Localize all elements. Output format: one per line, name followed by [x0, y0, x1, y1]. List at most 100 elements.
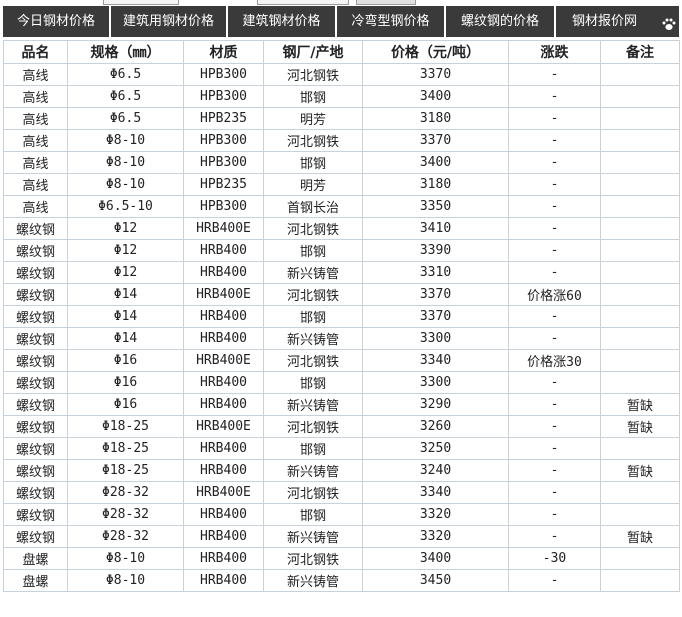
- cell-note: [600, 63, 680, 86]
- cell-material: HRB400E: [183, 415, 264, 438]
- cell-spec: Φ16: [67, 371, 184, 394]
- cell-note: [600, 195, 680, 218]
- table-row: 盘螺 Φ8-10 HRB400 河北钢铁 3400 -30: [3, 547, 680, 570]
- cell-price: 3290: [362, 393, 509, 416]
- cell-spec: Φ8-10: [67, 151, 184, 174]
- top-input-right[interactable]: [257, 0, 349, 5]
- cell-note: [600, 371, 680, 394]
- cell-material: HPB300: [183, 63, 264, 86]
- cell-origin: 新兴铸管: [263, 393, 363, 416]
- tab-steel-quote-site[interactable]: 钢材报价网: [556, 6, 679, 37]
- cell-note: [600, 305, 680, 328]
- cell-price: 3300: [362, 327, 509, 350]
- cell-origin[interactable]: 河北钢铁: [263, 129, 363, 152]
- cell-origin: 河北钢铁: [263, 481, 363, 504]
- cell-change: -: [508, 261, 601, 284]
- table-row: 高线 Φ8-10 HPB300 河北钢铁 3370-: [3, 129, 680, 152]
- table-row: 螺纹钢 Φ12 HRB400E 河北钢铁 3410-: [3, 217, 680, 240]
- table-row: 高线 Φ6.5 HPB235 明芳 3180-: [3, 107, 680, 130]
- tab-today-steel-price[interactable]: 今日钢材价格: [3, 6, 111, 37]
- cell-price: 3370: [362, 283, 509, 306]
- cell-origin: 河北钢铁: [263, 547, 363, 570]
- header-material: 材质: [183, 40, 264, 64]
- cell-spec: Φ6.5: [67, 107, 184, 130]
- cell-note: [600, 151, 680, 174]
- tab-construction-steel-price[interactable]: 建筑用钢材价格: [111, 6, 228, 37]
- cell-spec: Φ14: [67, 305, 184, 328]
- cell-product: 高线: [3, 195, 68, 218]
- cell-origin[interactable]: 新兴铸管: [263, 261, 363, 284]
- cell-spec: Φ16: [67, 349, 184, 372]
- tab-rebar-price[interactable]: 螺纹钢的价格: [446, 6, 556, 37]
- table-row: 高线 Φ6.5 HPB300 邯钢 3400-: [3, 85, 680, 108]
- top-input-left[interactable]: [103, 0, 179, 5]
- cell-change: -: [508, 305, 601, 328]
- cell-price: 3310: [362, 261, 509, 284]
- cell-spec: Φ8-10: [67, 173, 184, 196]
- cell-origin: 邯钢: [263, 239, 363, 262]
- cell-product: 高线: [3, 107, 68, 130]
- cell-origin: 新兴铸管: [263, 525, 363, 548]
- cell-origin: 邯钢: [263, 305, 363, 328]
- cell-product: 螺纹钢: [3, 459, 68, 482]
- cell-material: HRB400: [183, 525, 264, 548]
- cell-product: 高线: [3, 85, 68, 108]
- cell-change: -: [508, 239, 601, 262]
- cell-note: [600, 261, 680, 284]
- cell-product: 螺纹钢: [3, 371, 68, 394]
- cell-product: 高线: [3, 173, 68, 196]
- cell-note: [600, 349, 680, 372]
- cell-change: -: [508, 415, 601, 438]
- cell-origin[interactable]: 首钢长治: [263, 195, 363, 218]
- cell-note: [600, 481, 680, 504]
- tab-bar: 今日钢材价格 建筑用钢材价格 建筑钢材价格 冷弯型钢价格 螺纹钢的价格 钢材报价…: [3, 6, 679, 37]
- header-change: 涨跌: [508, 40, 601, 64]
- cell-material: HRB400: [183, 503, 264, 526]
- cell-spec: Φ18-25: [67, 415, 184, 438]
- cell-change: -: [508, 173, 601, 196]
- cell-origin: 邯钢: [263, 151, 363, 174]
- cell-change: -: [508, 437, 601, 460]
- cell-material: HRB400: [183, 327, 264, 350]
- cell-change: -: [508, 393, 601, 416]
- cell-price: 3340: [362, 481, 509, 504]
- table-row: 螺纹钢 Φ12 HRB400 邯钢 3390-: [3, 239, 680, 262]
- cell-spec: Φ14: [67, 283, 184, 306]
- cell-material: HPB235: [183, 173, 264, 196]
- cell-material: HPB235: [183, 107, 264, 130]
- cell-product: 螺纹钢: [3, 239, 68, 262]
- cell-spec: Φ28-32: [67, 503, 184, 526]
- tab-cold-formed-steel-price[interactable]: 冷弯型钢价格: [337, 6, 446, 37]
- cell-note: [600, 503, 680, 526]
- cell-price: 3340: [362, 349, 509, 372]
- cell-origin: 邯钢: [263, 437, 363, 460]
- header-note: 备注: [600, 40, 680, 64]
- top-button[interactable]: [356, 0, 416, 5]
- cell-material: HRB400E: [183, 349, 264, 372]
- table-row: 螺纹钢 Φ12 HRB400 新兴铸管 3310-: [3, 261, 680, 284]
- header-mill-origin[interactable]: 钢厂/产地: [263, 40, 363, 64]
- paw-icon[interactable]: [662, 18, 676, 31]
- cell-price: 3370: [362, 129, 509, 152]
- cell-product: 螺纹钢: [3, 437, 68, 460]
- cell-spec: Φ12: [67, 261, 184, 284]
- cell-price: 3180: [362, 173, 509, 196]
- cell-price: 3240: [362, 459, 509, 482]
- tab-steel-quote-site-label: 钢材报价网: [571, 14, 637, 29]
- cell-note: [600, 173, 680, 196]
- cell-spec: Φ18-25: [67, 459, 184, 482]
- cell-product: 高线: [3, 129, 68, 152]
- cell-origin[interactable]: 河北钢铁: [263, 63, 363, 86]
- cell-price: 3180: [362, 107, 509, 130]
- cell-note: [600, 85, 680, 108]
- cell-origin: 明芳: [263, 107, 363, 130]
- cell-change: -: [508, 459, 601, 482]
- table-row: 螺纹钢 Φ18-25 HRB400 邯钢 3250-: [3, 437, 680, 460]
- tab-building-steel-price[interactable]: 建筑钢材价格: [228, 6, 337, 37]
- table-row: 螺纹钢 Φ18-25 HRB400 新兴铸管 3240- 暂缺: [3, 459, 680, 482]
- header-row: 品名 规格（㎜） 材质 钢厂/产地 价格（元/吨） 涨跌 备注: [3, 40, 680, 64]
- cell-note: [600, 437, 680, 460]
- table-row: 螺纹钢 Φ14 HRB400 新兴铸管 3300-: [3, 327, 680, 350]
- cell-product: 高线: [3, 151, 68, 174]
- cell-material: HRB400: [183, 459, 264, 482]
